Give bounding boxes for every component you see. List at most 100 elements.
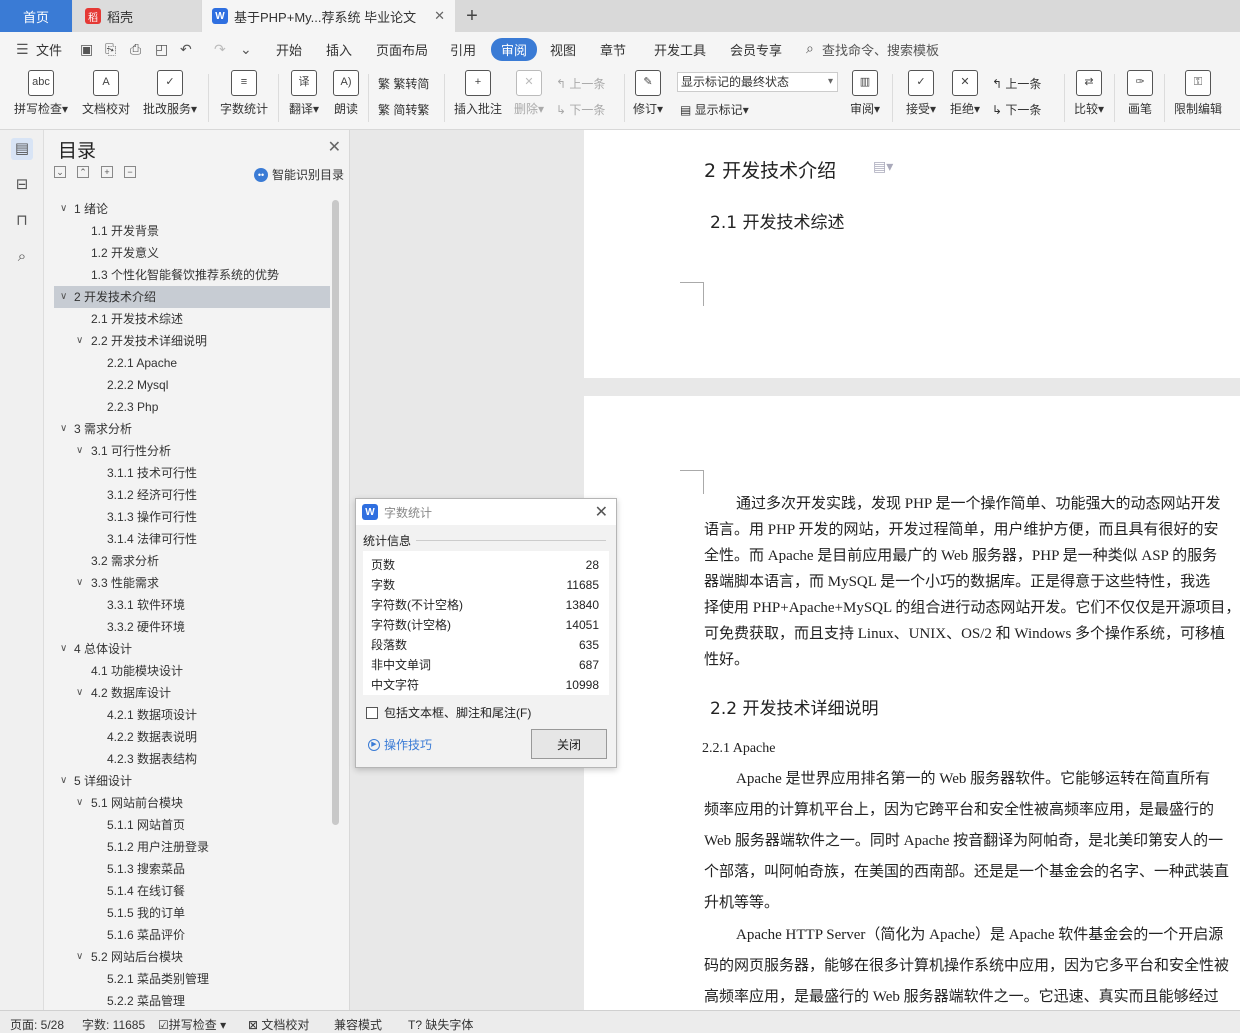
close-icon[interactable]: ✕ (328, 137, 341, 157)
menu-chapter[interactable]: 章节 (600, 40, 626, 59)
save-icon[interactable]: ▣ (80, 41, 93, 58)
menu-layout[interactable]: 页面布局 (376, 40, 428, 59)
chevron-down-icon[interactable]: ∨ (60, 770, 67, 792)
toc-item[interactable]: 5.1.3 搜索菜品 (54, 858, 330, 880)
insert-comment-button[interactable]: + 插入批注 (452, 70, 504, 117)
menu-developer[interactable]: 开发工具 (654, 40, 706, 59)
toc-item[interactable]: 4.2.1 数据项设计 (54, 704, 330, 726)
close-icon[interactable]: ✕ (595, 502, 608, 522)
menu-member[interactable]: 会员专享 (730, 40, 782, 59)
toc-item[interactable]: 5.1.1 网站首页 (54, 814, 330, 836)
chevron-down-icon[interactable]: ∨ (60, 638, 67, 660)
chapter-nav-icon[interactable]: ⊟ (11, 174, 33, 196)
toc-item[interactable]: 3.3.2 硬件环境 (54, 616, 330, 638)
remove-level-icon[interactable]: − (124, 166, 136, 178)
page-indicator[interactable]: 页面: 5/28 (10, 1016, 64, 1033)
menu-home[interactable]: 开始 (276, 40, 302, 59)
toc-item[interactable]: 3.1.4 法律可行性 (54, 528, 330, 550)
checkbox-icon[interactable] (366, 706, 378, 719)
toc-item[interactable]: 5.2.1 菜品类别管理 (54, 968, 330, 990)
preview-icon[interactable]: ◰ (155, 41, 168, 58)
toc-item[interactable]: 5.1.5 我的订单 (54, 902, 330, 924)
chevron-down-icon[interactable]: ∨ (76, 682, 83, 704)
toc-item[interactable]: 3.2 需求分析 (54, 550, 330, 572)
toc-item[interactable]: 2.2.3 Php (54, 396, 330, 418)
word-count-indicator[interactable]: 字数: 11685 (82, 1016, 145, 1033)
toc-item[interactable]: ∨ 5 详细设计 (54, 770, 330, 792)
tips-link[interactable]: ▶ 操作技巧 (368, 736, 432, 753)
next-change-button[interactable]: ↳ 下一条 (992, 101, 1041, 118)
toc-panel-icon[interactable]: ▤ (11, 138, 33, 160)
next-comment-button[interactable]: ↳ 下一条 (556, 101, 605, 118)
read-aloud-button[interactable]: A) 朗读 (330, 70, 362, 117)
word-count-button[interactable]: ≡ 字数统计 (218, 70, 270, 117)
doc-proof-status[interactable]: ⊠ 文档校对 (248, 1016, 309, 1033)
doc-proof-button[interactable]: A 文档校对 (80, 70, 132, 117)
batch-service-button[interactable]: ✓ 批改服务▾ (140, 70, 200, 117)
toc-item[interactable]: ∨ 2 开发技术介绍 (54, 286, 330, 308)
command-search[interactable]: 查找命令、搜索模板 (822, 40, 939, 59)
tab-home[interactable]: 首页 (0, 0, 72, 32)
chevron-down-icon[interactable]: ∨ (76, 792, 83, 814)
toc-item[interactable]: ∨ 3.3 性能需求 (54, 572, 330, 594)
spell-check-status[interactable]: ☑拼写检查 ▾ (158, 1016, 226, 1033)
simp-to-trad-button[interactable]: 繁 简转繁 (378, 101, 429, 118)
close-tab-icon[interactable]: ✕ (434, 8, 445, 24)
tab-daoke[interactable]: 稻稻壳 (73, 0, 201, 32)
toc-scrollbar[interactable] (332, 200, 339, 825)
chevron-down-icon[interactable]: ∨ (76, 440, 83, 462)
dialog-header[interactable]: W 字数统计 ✕ (356, 499, 616, 525)
chevron-down-icon[interactable]: ∨ (76, 946, 83, 968)
toc-item[interactable]: 1.3 个性化智能餐饮推荐系统的优势 (54, 264, 330, 286)
toc-item[interactable]: ∨ 3 需求分析 (54, 418, 330, 440)
restrict-editing-button[interactable]: ⚿ 限制编辑 (1170, 70, 1226, 117)
document-page[interactable]: 通过多次开发实践，发现 PHP 是一个操作简单、功能强大的动态网站开发 语言。用 … (584, 396, 1240, 1010)
reject-button[interactable]: ✕ 拒绝▾ (946, 70, 984, 117)
toc-item[interactable]: ∨ 5.1 网站前台模块 (54, 792, 330, 814)
print-icon[interactable]: ⎙ (130, 41, 141, 58)
toc-item[interactable]: ∨ 3.1 可行性分析 (54, 440, 330, 462)
toc-item[interactable]: 4.2.2 数据表说明 (54, 726, 330, 748)
toc-item[interactable]: 2.1 开发技术综述 (54, 308, 330, 330)
toc-item[interactable]: 2.2.1 Apache (54, 352, 330, 374)
review-pane-button[interactable]: ▥ 审阅▾ (846, 70, 884, 117)
chevron-down-icon[interactable]: ∨ (60, 198, 67, 220)
compare-button[interactable]: ⇄ 比较▾ (1070, 70, 1108, 117)
track-changes-button[interactable]: ✎ 修订▾ (630, 70, 666, 117)
accept-button[interactable]: ✓ 接受▾ (902, 70, 940, 117)
spell-check-button[interactable]: abc 拼写检查▾ (12, 70, 70, 117)
toc-item[interactable]: 2.2.2 Mysql (54, 374, 330, 396)
toc-item[interactable]: 5.1.6 菜品评价 (54, 924, 330, 946)
toc-item[interactable]: ∨ 2.2 开发技术详细说明 (54, 330, 330, 352)
document-page[interactable]: ▤▾ 2 开发技术介绍 2.1 开发技术综述 (584, 130, 1240, 378)
chevron-down-icon[interactable]: ∨ (60, 418, 67, 440)
toc-item[interactable]: 3.1.2 经济可行性 (54, 484, 330, 506)
add-level-icon[interactable]: + (101, 166, 113, 178)
collapse-all-icon[interactable]: ⌄ (54, 166, 66, 178)
toc-item[interactable]: 3.1.3 操作可行性 (54, 506, 330, 528)
toc-item[interactable]: 5.1.4 在线订餐 (54, 880, 330, 902)
missing-font-status[interactable]: T? 缺失字体 (408, 1016, 473, 1033)
markup-state-select[interactable]: 显示标记的最终状态 (677, 72, 838, 92)
menu-view[interactable]: 视图 (550, 40, 576, 59)
more-icon[interactable]: ⌄ (240, 41, 252, 58)
tab-document[interactable]: W 基于PHP+My...荐系统 毕业论文 ✕ (202, 0, 455, 32)
hamburger-icon[interactable]: ☰ (16, 41, 29, 58)
prev-change-button[interactable]: ↰ 上一条 (992, 75, 1041, 92)
show-markup-button[interactable]: ▤ 显示标记▾ (680, 101, 749, 118)
menu-file[interactable]: 文件 (36, 40, 62, 59)
menu-insert[interactable]: 插入 (326, 40, 352, 59)
export-icon[interactable]: ⎘ (105, 41, 116, 58)
menu-references[interactable]: 引用 (450, 40, 476, 59)
chevron-down-icon[interactable]: ∨ (60, 286, 67, 308)
close-button[interactable]: 关闭 (531, 729, 607, 759)
new-tab-button[interactable]: + (460, 0, 484, 32)
smart-toc-button[interactable]: •• 智能识别目录 (254, 166, 344, 183)
undo-icon[interactable]: ↶ (180, 41, 192, 58)
toc-item[interactable]: 4.1 功能模块设计 (54, 660, 330, 682)
toc-item[interactable]: ∨ 1 绪论 (54, 198, 330, 220)
page-menu-icon[interactable]: ▤▾ (873, 158, 893, 175)
toc-item[interactable]: ∨ 4 总体设计 (54, 638, 330, 660)
toc-item[interactable]: 3.3.1 软件环境 (54, 594, 330, 616)
expand-up-icon[interactable]: ⌃ (77, 166, 89, 178)
